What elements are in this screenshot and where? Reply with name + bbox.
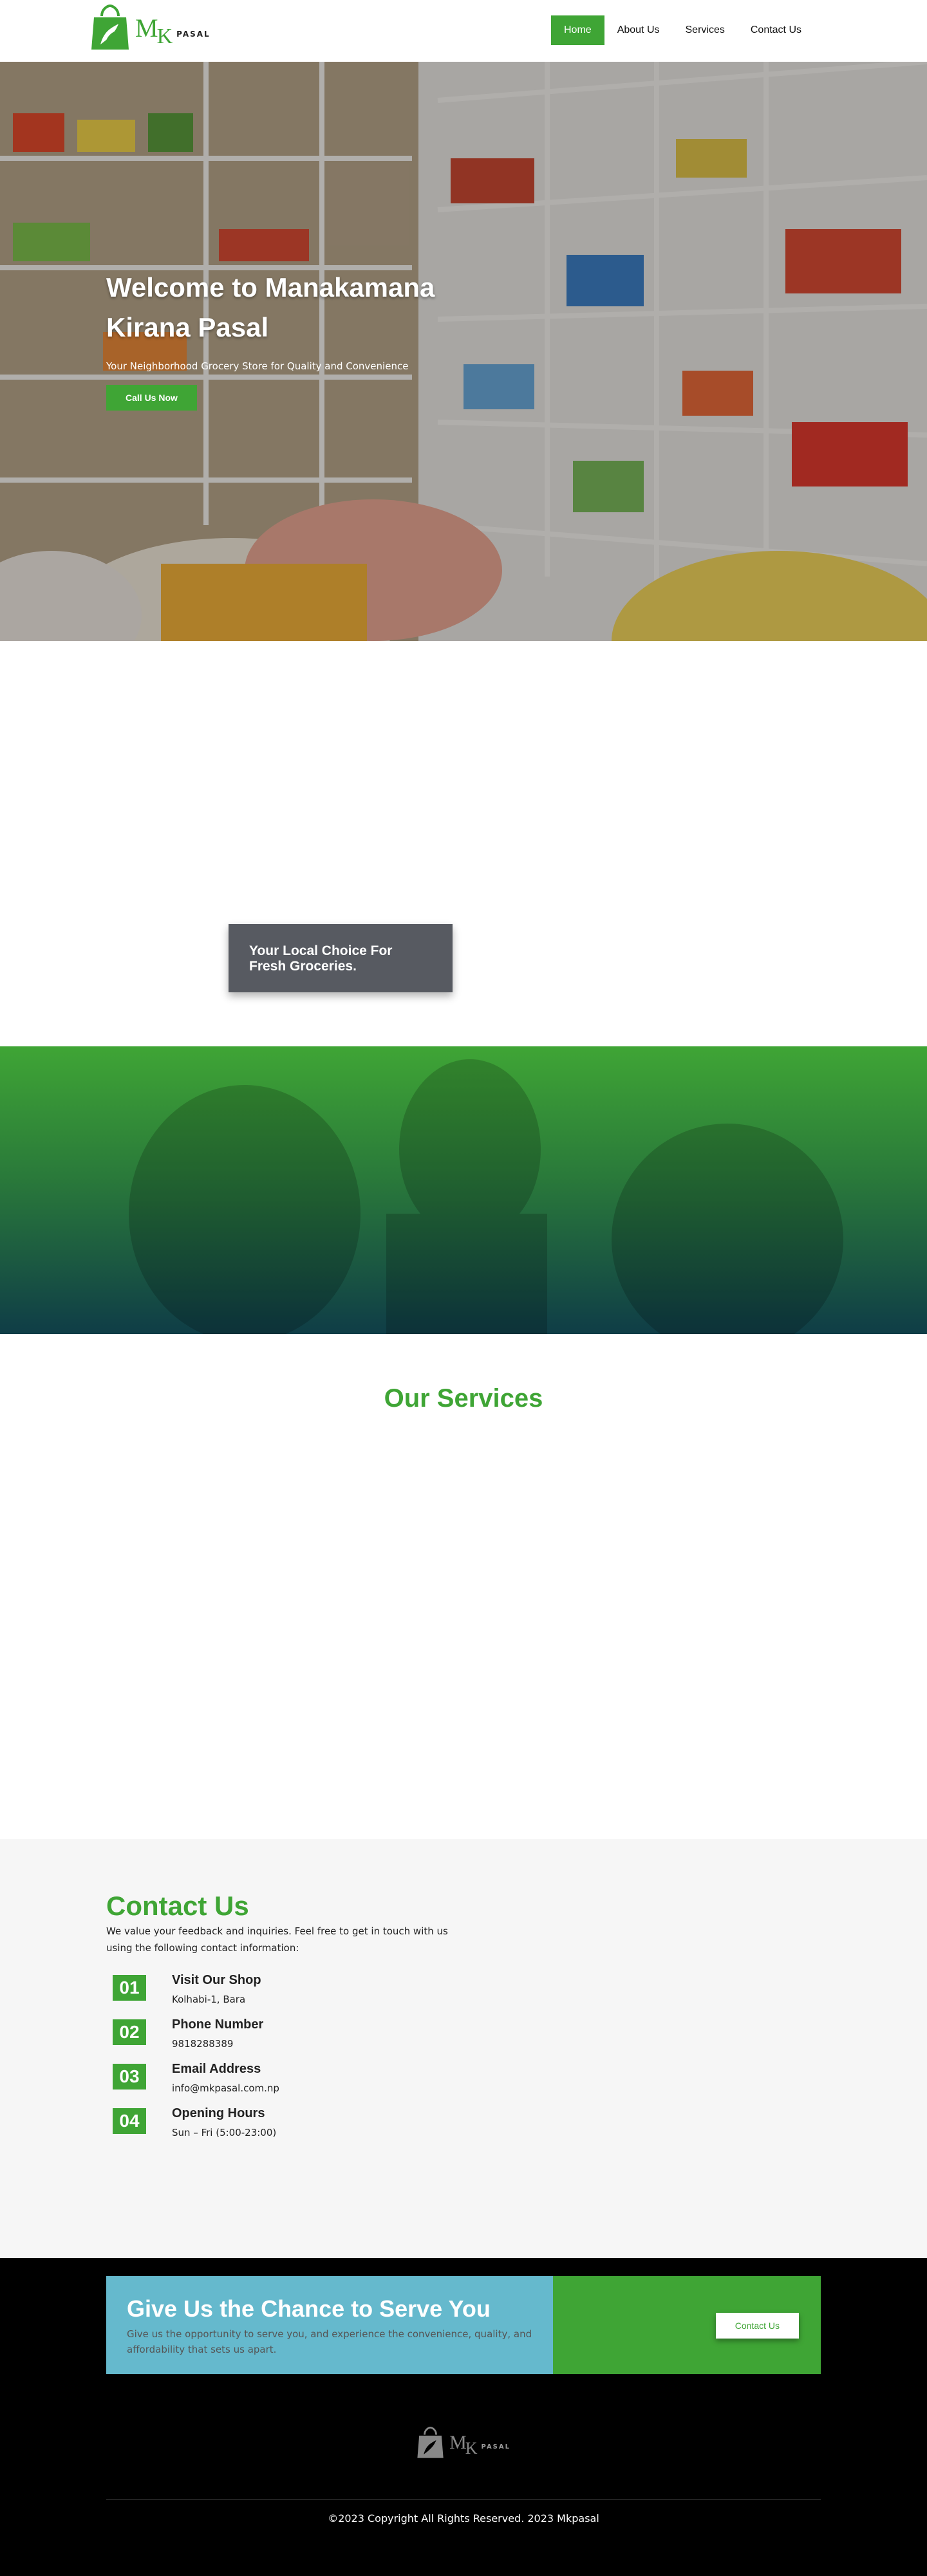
nav-home[interactable]: Home bbox=[551, 15, 604, 45]
cta-button-panel: Contact Us bbox=[553, 2276, 821, 2374]
hero-content: Welcome to Manakamana Kirana Pasal Your … bbox=[106, 268, 518, 411]
contact-number-badge: 01 bbox=[113, 1975, 146, 2001]
cta-banner: Give Us the Chance to Serve You Give us … bbox=[106, 2276, 821, 2374]
services-heading: Our Services bbox=[384, 1384, 543, 1413]
banner-background-image bbox=[129, 1059, 843, 1334]
contact-section: Contact Us We value your feedback and in… bbox=[0, 1839, 927, 2258]
logo-letter-m: M bbox=[449, 2432, 467, 2453]
logo-pasal: PASAL bbox=[481, 2443, 510, 2451]
contact-intro: We value your feedback and inquiries. Fe… bbox=[106, 1925, 448, 1954]
logo-wordmark: M K PASAL bbox=[135, 13, 211, 48]
site-header: M K PASAL Home About Us Services Contact… bbox=[0, 0, 927, 62]
services-section: Our Services bbox=[0, 1334, 927, 1839]
nav-about-us[interactable]: About Us bbox=[604, 15, 673, 45]
copyright-text: ©2023 Copyright All Rights Reserved. 202… bbox=[328, 2512, 599, 2525]
local-choice-card: Your Local Choice For Fresh Groceries. bbox=[229, 924, 453, 992]
logo-letter-k: K bbox=[156, 24, 173, 48]
about-section: Your Local Choice For Fresh Groceries. bbox=[0, 641, 927, 1046]
logo-pasal: PASAL bbox=[176, 29, 211, 39]
cta-text-panel: Give Us the Chance to Serve You Give us … bbox=[106, 2276, 553, 2374]
contact-item-value: Sun – Fri (5:00-23:00) bbox=[172, 2127, 277, 2138]
hero-subtitle: Your Neighborhood Grocery Store for Qual… bbox=[106, 360, 409, 372]
contact-item-hours: 04 Opening Hours Sun – Fri (5:00-23:00) bbox=[113, 2104, 276, 2140]
cta-title: Give Us the Chance to Serve You bbox=[127, 2295, 491, 2322]
hero-title: Welcome to Manakamana Kirana Pasal bbox=[106, 272, 435, 342]
green-gradient-banner bbox=[0, 1046, 927, 1334]
nav-contact-us[interactable]: Contact Us bbox=[738, 15, 814, 45]
call-us-now-button[interactable]: Call Us Now bbox=[106, 385, 197, 411]
contact-item-title: Opening Hours bbox=[172, 2106, 265, 2120]
contact-us-button[interactable]: Contact Us bbox=[715, 2313, 799, 2339]
contact-number-badge: 02 bbox=[113, 2019, 146, 2045]
contact-item-email: 03 Email Address info@mkpasal.com.np bbox=[113, 2060, 279, 2096]
footer-divider bbox=[106, 2499, 821, 2500]
logo-wordmark: M K PASAL bbox=[449, 2432, 510, 2458]
contact-item-value: Kolhabi-1, Bara bbox=[172, 1994, 246, 2005]
contact-number-badge: 04 bbox=[113, 2108, 146, 2134]
nav-services[interactable]: Services bbox=[673, 15, 738, 45]
main-nav: Home About Us Services Contact Us bbox=[551, 15, 814, 45]
contact-item-title: Phone Number bbox=[172, 2017, 264, 2032]
contact-number-badge: 03 bbox=[113, 2064, 146, 2090]
contact-item-phone: 02 Phone Number 9818288389 bbox=[113, 2015, 263, 2052]
contact-item-value[interactable]: info@mkpasal.com.np bbox=[172, 2080, 279, 2096]
site-logo[interactable]: M K PASAL bbox=[90, 3, 209, 52]
contact-item-title: Email Address bbox=[172, 2062, 261, 2076]
footer-logo[interactable]: M K PASAL bbox=[417, 2422, 510, 2463]
contact-item-shop: 01 Visit Our Shop Kolhabi-1, Bara bbox=[113, 1971, 261, 2007]
logo-letter-k: K bbox=[465, 2439, 478, 2458]
hero-section: Welcome to Manakamana Kirana Pasal Your … bbox=[0, 62, 927, 641]
shopping-bag-logo-icon bbox=[417, 2426, 444, 2458]
contact-item-title: Visit Our Shop bbox=[172, 1973, 261, 1987]
contact-heading: Contact Us bbox=[106, 1891, 249, 1921]
logo-letter-m: M bbox=[135, 13, 158, 42]
site-footer: Give Us the Chance to Serve You Give us … bbox=[0, 2258, 927, 2576]
shopping-bag-logo-icon bbox=[90, 4, 130, 51]
contact-item-value[interactable]: 9818288389 bbox=[172, 2036, 263, 2052]
cta-text: Give us the opportunity to serve you, an… bbox=[127, 2328, 532, 2355]
